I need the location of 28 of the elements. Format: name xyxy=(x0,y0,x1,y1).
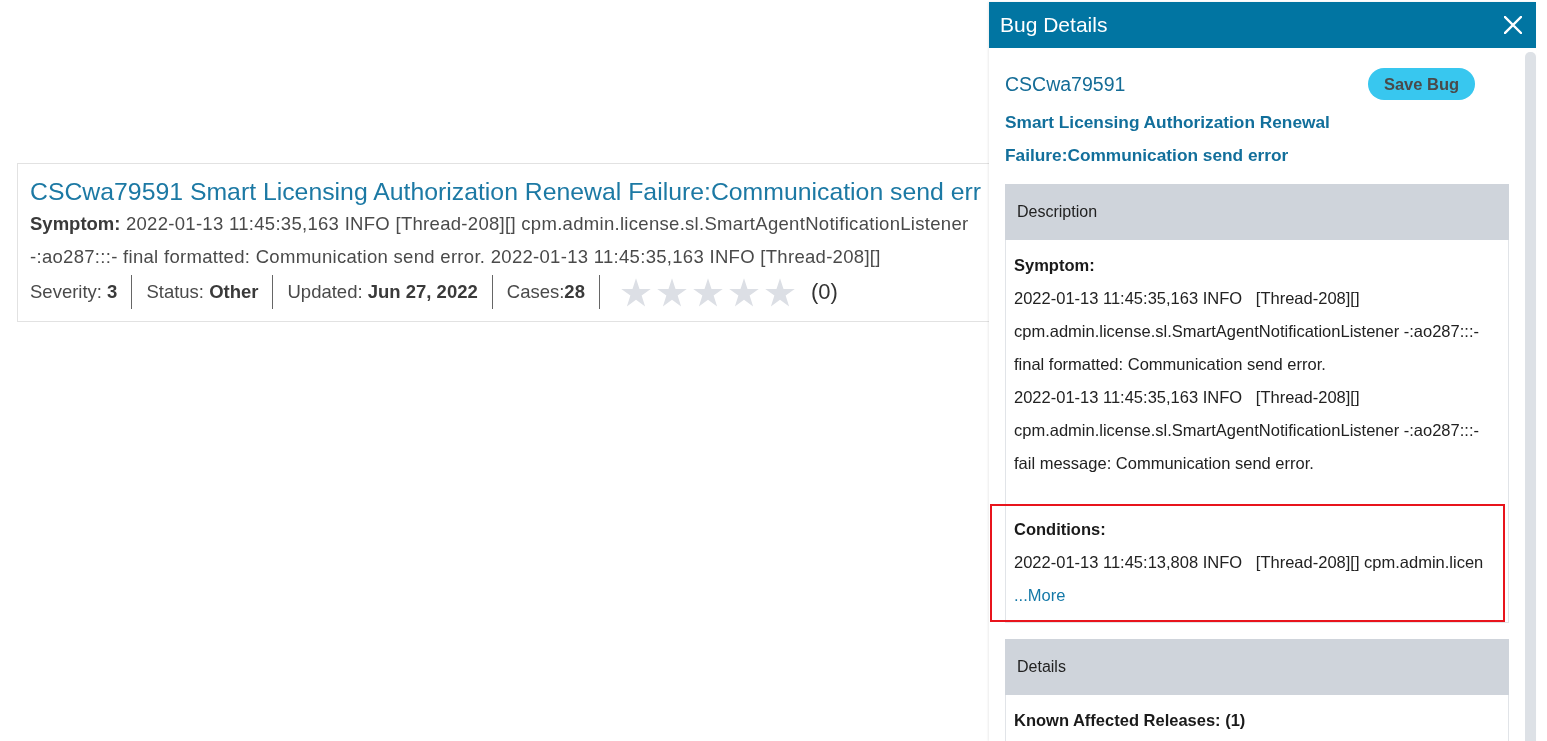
log-entry: 2022-01-13 11:45:13,808 INFO [Thread-208][] cpm.admin.licen xyxy=(1014,552,1485,573)
close-button[interactable] xyxy=(1504,16,1522,34)
star-icon[interactable] xyxy=(692,277,723,307)
bug-attribute: Cases:28 xyxy=(506,280,585,304)
field-label: Symptom: xyxy=(1014,255,1096,276)
field-label: Known Affected Releases: (1) xyxy=(1014,710,1247,731)
panel-title: Bug Details xyxy=(1000,13,1108,37)
section-header[interactable]: Details xyxy=(1005,639,1509,695)
bug-headline: Smart Licensing Authorization Renewal Failure:Communication send error xyxy=(1005,111,1331,167)
scrollbar[interactable] xyxy=(1525,52,1536,741)
more-link[interactable]: ...More xyxy=(1014,579,1066,612)
save-bug-button[interactable]: Save Bug xyxy=(1368,68,1475,100)
log-entry: 2022-01-13 11:45:35,163 INFO [Thread-208][] cpm.admin.license.sl.SmartAgentNotificationListener -:ao287:::- final formatted: Communication send error. xyxy=(1014,288,1480,375)
star-icon[interactable] xyxy=(764,277,795,307)
star-icon[interactable] xyxy=(728,277,759,307)
star-icon[interactable] xyxy=(656,277,687,307)
bug-attribute: Status: Other xyxy=(146,280,259,304)
bug-attribute: Severity: 3 xyxy=(30,280,118,304)
section-header[interactable]: Description xyxy=(1005,184,1509,240)
close-icon xyxy=(1504,16,1522,34)
log-entry: 2022-01-13 11:45:35,163 INFO [Thread-208][] cpm.admin.license.sl.SmartAgentNotificationListener -:ao287:::- fail message: Communication send error. xyxy=(1014,387,1480,474)
field-label: Conditions: xyxy=(1014,519,1107,540)
rating-count: (0) xyxy=(810,278,838,306)
bug-id: CSCwa79591 xyxy=(1005,72,1127,97)
star-icon[interactable] xyxy=(620,277,651,307)
bug-attribute: Updated: Jun 27, 2022 xyxy=(287,280,478,304)
symptom-snippet: Symptom: 2022-01-13 11:45:35,163 INFO [Thread-208][] cpm.admin.license.sl.SmartAgentNotificationListener -:ao287:::- final formatted: Communication send error. 2022-01-13 11:45:35,163 INFO [Thread-208][] xyxy=(30,212,970,269)
bug-title-link[interactable]: CSCwa79591 Smart Licensing Authorization Renewal Failure:Communication send err xyxy=(30,177,989,207)
